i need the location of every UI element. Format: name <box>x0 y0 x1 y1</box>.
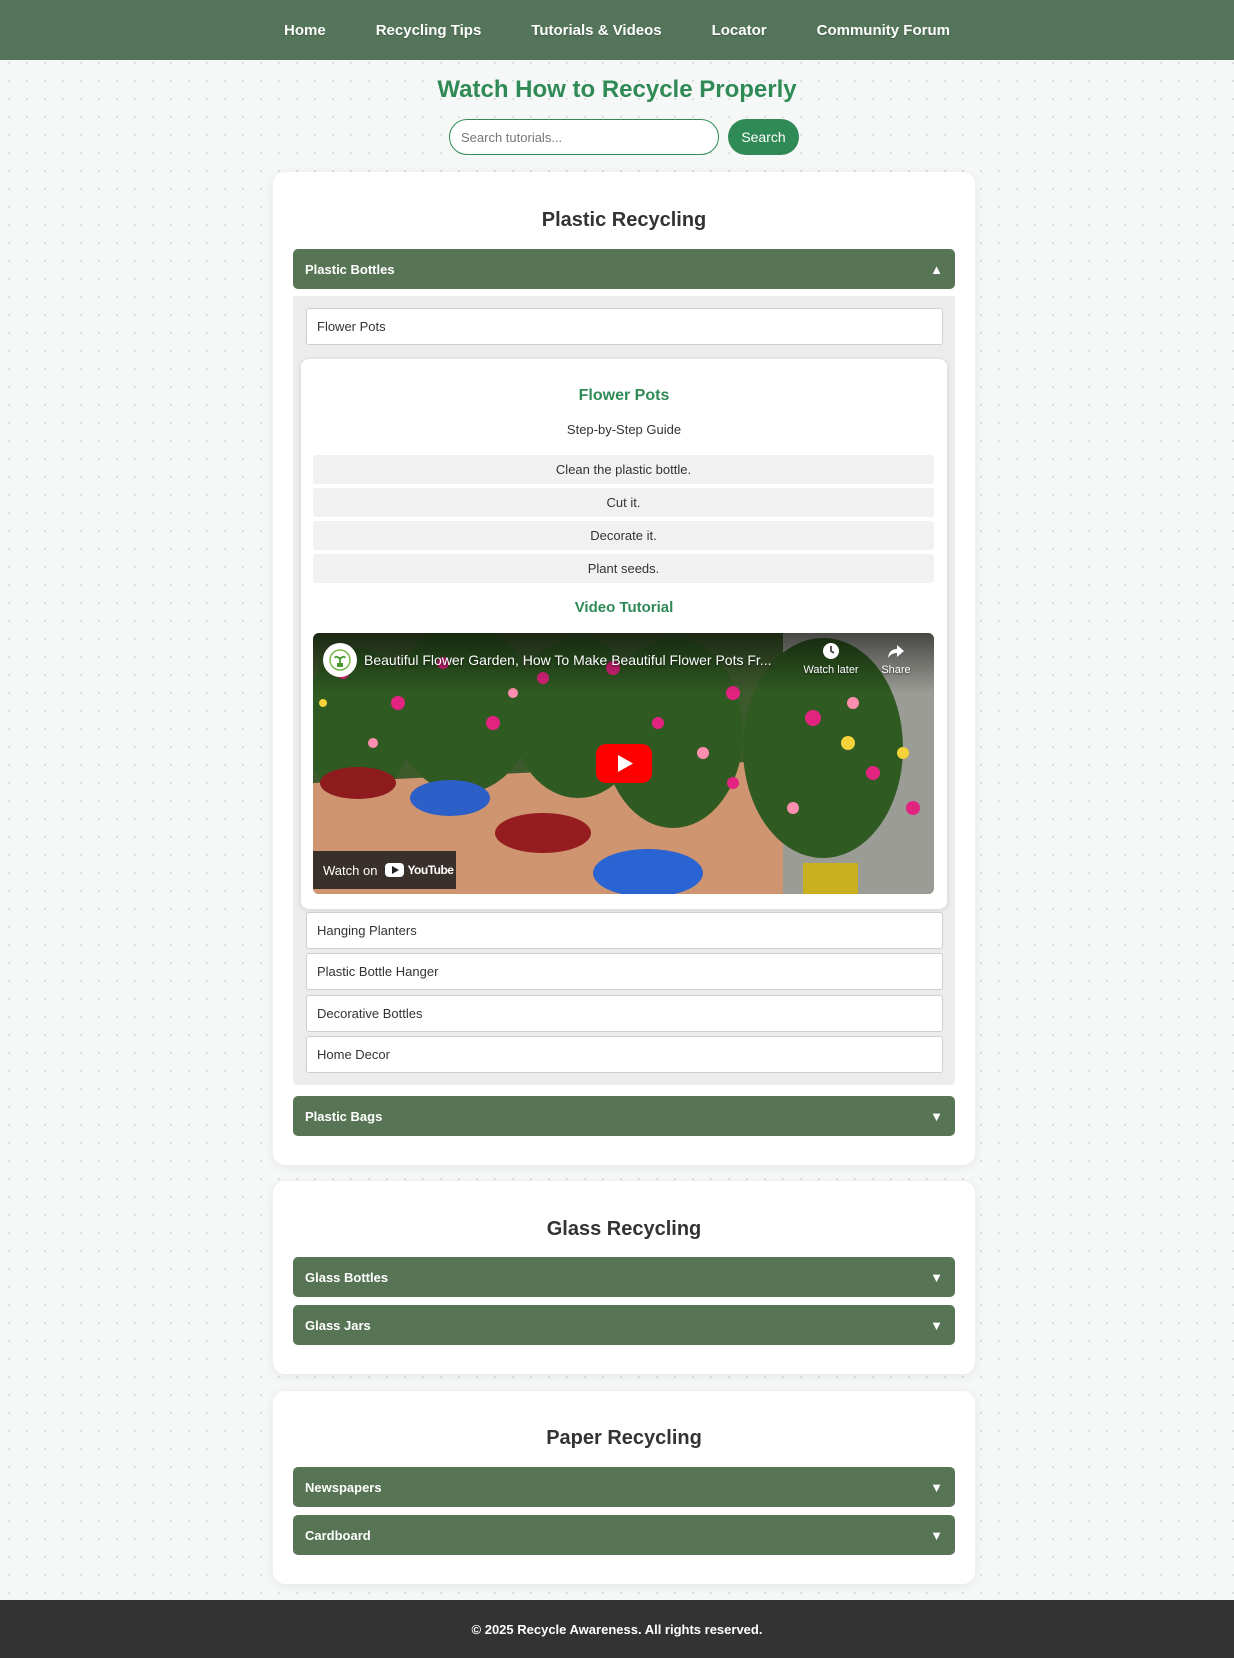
chevron-down-icon: ▼ <box>930 1269 943 1285</box>
copyright-text: © 2025 Recycle Awareness. All rights res… <box>471 1621 763 1637</box>
section-paper-recycling: Paper Recycling Newspapers ▼ Cardboard ▼ <box>273 1391 975 1584</box>
share-label: Share <box>881 664 911 676</box>
nav-link-recycling-tips[interactable]: Recycling Tips <box>376 22 482 39</box>
share-icon <box>861 642 931 664</box>
search-input[interactable] <box>449 119 719 155</box>
video-title[interactable]: Beautiful Flower Garden, How To Make Bea… <box>364 652 794 668</box>
clock-icon <box>796 642 866 664</box>
step-item: Plant seeds. <box>313 554 934 583</box>
guide-subtitle: Step-by-Step Guide <box>566 422 682 437</box>
accordion-label: Cardboard <box>305 1527 371 1543</box>
top-navigation: Home Recycling Tips Tutorials & Videos L… <box>0 0 1234 60</box>
tutorial-detail: Flower Pots Step-by-Step Guide Clean the… <box>301 359 947 909</box>
accordion-label: Glass Jars <box>305 1317 371 1333</box>
nav-link-community-forum[interactable]: Community Forum <box>817 22 950 39</box>
channel-logo-icon[interactable] <box>323 643 357 677</box>
tutorial-item-home-decor[interactable]: Home Decor <box>306 1036 943 1073</box>
youtube-play-icon <box>385 863 405 877</box>
accordion-newspapers[interactable]: Newspapers ▼ <box>293 1467 955 1507</box>
chevron-down-icon: ▼ <box>930 1527 943 1543</box>
search-bar: Search <box>449 119 799 155</box>
footer: © 2025 Recycle Awareness. All rights res… <box>0 1600 1234 1658</box>
tutorial-item-plastic-bottle-hanger[interactable]: Plastic Bottle Hanger <box>306 953 943 990</box>
accordion-label: Glass Bottles <box>305 1269 389 1285</box>
chevron-down-icon: ▼ <box>930 1317 943 1333</box>
step-item: Cut it. <box>313 488 934 517</box>
chevron-up-icon: ▲ <box>930 261 943 277</box>
accordion-cardboard[interactable]: Cardboard ▼ <box>293 1515 955 1555</box>
section-plastic-recycling: Plastic Recycling Plastic Bottles ▲ Flow… <box>273 172 975 1165</box>
nav-link-locator[interactable]: Locator <box>712 22 767 39</box>
section-title: Paper Recycling <box>546 1427 702 1449</box>
accordion-plastic-bags[interactable]: Plastic Bags ▼ <box>293 1096 955 1136</box>
accordion-plastic-bottles[interactable]: Plastic Bottles ▲ <box>293 249 955 289</box>
watch-later-button[interactable]: Watch later <box>796 642 866 676</box>
accordion-label: Plastic Bags <box>305 1108 383 1124</box>
video-heading: Video Tutorial <box>574 599 674 616</box>
search-button[interactable]: Search <box>728 119 799 155</box>
watch-later-label: Watch later <box>803 664 859 676</box>
nav-link-home[interactable]: Home <box>284 22 326 39</box>
nav-link-tutorials-videos[interactable]: Tutorials & Videos <box>531 22 661 39</box>
chevron-down-icon: ▼ <box>930 1108 943 1124</box>
watch-on-label: Watch on <box>323 862 378 878</box>
tutorial-item-hanging-planters[interactable]: Hanging Planters <box>306 912 943 949</box>
step-item: Decorate it. <box>313 521 934 550</box>
play-button-icon[interactable] <box>596 744 652 783</box>
share-button[interactable]: Share <box>861 642 931 676</box>
accordion-glass-jars[interactable]: Glass Jars ▼ <box>293 1305 955 1345</box>
section-title: Plastic Recycling <box>541 209 707 231</box>
tutorial-item-flower-pots[interactable]: Flower Pots <box>306 308 943 345</box>
chevron-down-icon: ▼ <box>930 1479 943 1495</box>
accordion-label: Plastic Bottles <box>305 261 395 277</box>
watch-on-youtube-button[interactable]: Watch on YouTube <box>313 851 456 889</box>
accordion-glass-bottles[interactable]: Glass Bottles ▼ <box>293 1257 955 1297</box>
page-title: Watch How to Recycle Properly <box>437 76 797 103</box>
accordion-panel-plastic-bottles: Flower Pots Flower Pots Step-by-Step Gui… <box>293 296 955 1085</box>
tutorial-title: Flower Pots <box>578 387 670 404</box>
section-title: Glass Recycling <box>546 1218 702 1240</box>
step-item: Clean the plastic bottle. <box>313 455 934 484</box>
section-glass-recycling: Glass Recycling Glass Bottles ▼ Glass Ja… <box>273 1181 975 1374</box>
accordion-label: Newspapers <box>305 1479 382 1495</box>
tutorial-item-decorative-bottles[interactable]: Decorative Bottles <box>306 995 943 1032</box>
video-player[interactable]: Beautiful Flower Garden, How To Make Bea… <box>313 633 934 894</box>
youtube-logo: YouTube <box>385 863 454 877</box>
